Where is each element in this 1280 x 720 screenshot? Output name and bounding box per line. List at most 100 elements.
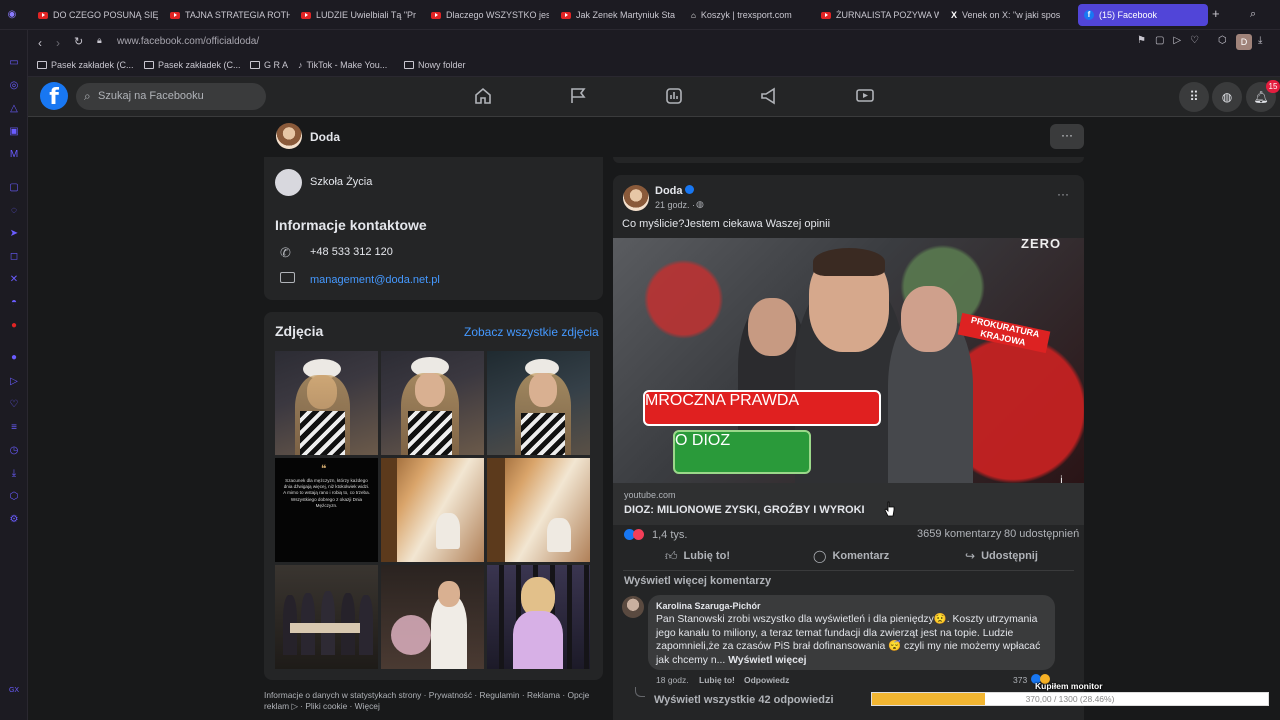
tab-5[interactable]: Jak Zenek Martyniuk Sta — [561, 4, 679, 26]
comment-button[interactable]: ◯ Komentarz — [813, 547, 889, 565]
video-icon[interactable] — [855, 87, 875, 105]
comment-time[interactable]: 18 godz. — [656, 675, 689, 685]
photo-2[interactable] — [381, 351, 484, 455]
address-bar[interactable]: www.facebook.com/officialdoda/ — [117, 36, 259, 47]
comment-like[interactable]: Lubię to! — [699, 675, 735, 685]
email-link[interactable]: management@doda.net.pl — [310, 274, 440, 286]
contact-heading: Informacje kontaktowe — [275, 217, 427, 233]
like-button[interactable]: 👍︎ Lubię to! — [665, 547, 730, 565]
post-time[interactable]: 21 godz. · — [655, 200, 695, 210]
tab-label: DO CZEGO POSUNĄ SIĘ — [53, 10, 158, 20]
video-thumbnail[interactable]: PROKURATURA KRAJOWA ZERO MROCZNA PRAWDA … — [613, 238, 1084, 483]
download-icon[interactable]: ⤓ — [8, 468, 20, 480]
tab-facebook-active[interactable]: f (15) Facebook — [1078, 4, 1208, 26]
photo-3[interactable] — [487, 351, 590, 455]
x-icon[interactable]: ✕ — [8, 274, 20, 286]
player-icon[interactable]: ● — [8, 352, 20, 364]
telegram-icon[interactable]: ➤ — [8, 228, 20, 240]
photo-1[interactable] — [275, 351, 378, 455]
bookmark-folder-4[interactable]: Nowy folder — [404, 60, 466, 70]
post-options-icon[interactable]: ··· — [1057, 187, 1069, 201]
bookmark-folder-1[interactable]: Pasek zakładek (C... — [37, 60, 134, 70]
photo-5[interactable] — [381, 458, 484, 562]
photo-8[interactable] — [381, 565, 484, 669]
see-more-link[interactable]: Wyświetl więcej — [728, 655, 806, 666]
dashboard-icon[interactable] — [664, 87, 684, 105]
browser-menu-icon[interactable]: ◉ — [6, 9, 18, 21]
search-tabs-icon[interactable]: ⌕ — [1250, 8, 1256, 21]
messenger-icon[interactable]: ◌ — [8, 205, 20, 217]
commenter-avatar[interactable] — [622, 596, 644, 618]
new-tab-icon[interactable]: + — [1212, 6, 1220, 21]
search-input[interactable]: Szukaj na Facebooku — [76, 83, 266, 110]
footer-links[interactable]: Informacje o danych w statystykach stron… — [264, 690, 604, 712]
reload-icon[interactable]: ↻ — [74, 35, 83, 48]
comment-author[interactable]: Karolina Szaruga-Pichór — [656, 601, 761, 611]
shares-count[interactable]: 80 udostępnień — [1004, 528, 1079, 540]
bookmark-folder-2[interactable]: Pasek zakładek (C... — [144, 60, 241, 70]
home-icon[interactable] — [473, 87, 493, 105]
megaphone-icon[interactable] — [759, 87, 779, 105]
extensions-icon[interactable]: ⬡ — [8, 491, 20, 503]
bookmark-icon[interactable]: ⚑ — [1137, 35, 1155, 46]
more-options-button[interactable]: ··· — [1050, 124, 1084, 149]
view-replies-link[interactable]: Wyświetl wszystkie 42 odpowiedzi — [654, 694, 834, 706]
messenger-icon: ◍ — [1221, 90, 1233, 104]
tab-2[interactable]: TAJNA STRATEGIA ROTH — [170, 4, 290, 26]
send-icon[interactable]: ▷ — [8, 376, 20, 388]
comment-reply[interactable]: Odpowiedz — [744, 675, 789, 685]
see-all-photos-link[interactable]: Zobacz wszystkie zdjęcia — [464, 325, 599, 339]
sidebar-icon-5[interactable]: M — [8, 149, 20, 161]
photo-9[interactable] — [487, 565, 590, 669]
messenger-button[interactable]: ◍ — [1212, 82, 1242, 112]
sidebar-app-icon[interactable]: ● — [8, 320, 20, 332]
photo-7[interactable] — [275, 565, 378, 669]
stack-icon[interactable]: ≡ — [8, 422, 20, 434]
post-author[interactable]: Doda — [655, 185, 683, 197]
page-avatar[interactable] — [276, 123, 302, 149]
x-icon: X — [951, 10, 958, 20]
link-preview[interactable]: youtube.com DIOZ: MILIONOWE ZYSKI, GROŹB… — [613, 483, 1084, 525]
photo-6[interactable] — [487, 458, 590, 562]
sidebar-icon-3[interactable]: △ — [8, 103, 20, 115]
discord-icon[interactable]: ◓ — [8, 297, 20, 309]
tab-1[interactable]: DO CZEGO POSUNĄ SIĘ — [38, 4, 158, 26]
sidebar-icon-2[interactable]: ◎ — [8, 80, 20, 92]
favorite-icon[interactable]: ♡ — [1190, 35, 1208, 46]
pages-flag-icon[interactable] — [568, 87, 588, 105]
instagram-icon[interactable]: ◻ — [8, 251, 20, 263]
downloads-icon[interactable]: ⤓ — [1258, 35, 1262, 46]
twitch-icon[interactable]: ▢ — [8, 182, 20, 194]
forward-icon[interactable]: › — [56, 36, 60, 50]
school-name[interactable]: Szkoła Życia — [310, 176, 372, 188]
snapshot-icon[interactable]: ▢ — [1155, 35, 1173, 46]
tab-6[interactable]: ⌂ Koszyk | trexsport.com — [691, 4, 811, 26]
history-icon[interactable]: ◷ — [8, 445, 20, 457]
previous-post-bottom — [613, 157, 1084, 163]
tab-8[interactable]: X Venek on X: "w jaki spos — [951, 4, 1069, 26]
sidebar-icon-1[interactable]: ▭ — [8, 57, 20, 69]
play-icon[interactable]: ▷ — [1173, 35, 1190, 46]
extensions-puzzle-icon[interactable]: ⬡ — [1218, 35, 1227, 46]
comment-label: Komentarz — [832, 550, 890, 562]
view-more-comments-link[interactable]: Wyświetl więcej komentarzy — [624, 575, 771, 587]
tab-7[interactable]: ŻURNALISTA POZYWA W — [821, 4, 939, 26]
info-icon[interactable]: ⅰ — [1060, 475, 1072, 483]
profile-avatar[interactable]: D — [1236, 34, 1252, 50]
bookmark-folder-3[interactable]: G R A — [250, 60, 288, 70]
comments-count[interactable]: 3659 komentarzy — [917, 528, 1001, 540]
page-name[interactable]: Doda — [310, 130, 340, 144]
reactions-count[interactable]: 1,4 tys. — [652, 529, 687, 541]
menu-grid-button[interactable]: ⠿ — [1179, 82, 1209, 112]
heart-icon[interactable]: ♡ — [8, 399, 20, 411]
photo-quote-card[interactable]: ❝ Szacunek dla mężczyzn, którzy każdego … — [275, 458, 378, 562]
settings-icon[interactable]: ⚙ — [8, 514, 20, 526]
facebook-logo[interactable]: f — [40, 82, 68, 110]
share-button[interactable]: ↪ Udostępnij — [965, 547, 1038, 565]
tab-3[interactable]: LUDZIE Uwielbiali Tą "Pr — [301, 4, 419, 26]
post-author-avatar[interactable] — [623, 185, 649, 211]
sidebar-icon-4[interactable]: ▣ — [8, 126, 20, 138]
bookmark-tiktok[interactable]: ♪ TikTok - Make You... — [298, 60, 387, 70]
tab-4[interactable]: Dlaczego WSZYSTKO jes — [431, 4, 549, 26]
back-icon[interactable]: ‹ — [38, 36, 42, 50]
